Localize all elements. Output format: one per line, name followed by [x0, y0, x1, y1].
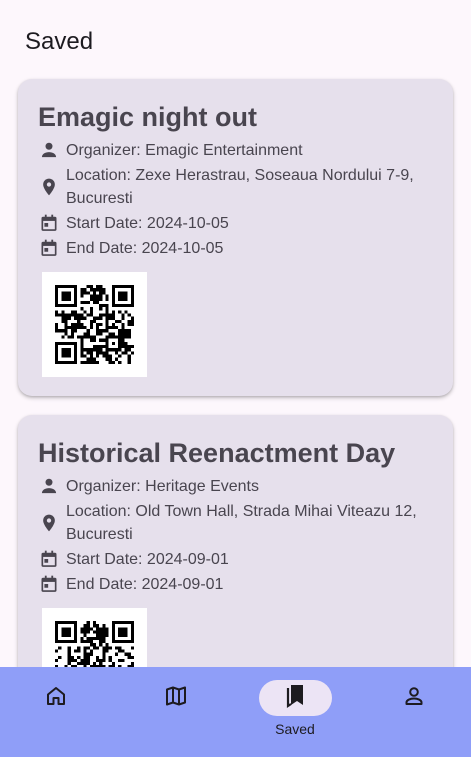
- nav-pill: [378, 680, 451, 716]
- nav-pill: [140, 680, 213, 716]
- end-date-row: End Date: 2024-10-05: [38, 237, 433, 260]
- start-date-row: Start Date: 2024-10-05: [38, 212, 433, 235]
- nav-item-saved[interactable]: Saved: [245, 667, 345, 757]
- event-end-date: End Date: 2024-09-01: [66, 576, 224, 593]
- event-end-date: End Date: 2024-10-05: [66, 240, 224, 257]
- qr-code-image: [55, 285, 134, 364]
- start-date-row: Start Date: 2024-09-01: [38, 548, 433, 571]
- end-date-row: End Date: 2024-09-01: [38, 573, 433, 596]
- location-pin-icon: [38, 176, 60, 198]
- page-title: Saved: [25, 28, 94, 55]
- event-location: Location: Zexe Herastrau, Soseaua Nordul…: [66, 167, 414, 207]
- event-title: Emagic night out: [38, 102, 257, 132]
- organizer-row: Organizer: Emagic Entertainment: [38, 139, 433, 162]
- bottom-navigation-bar: Saved: [0, 667, 471, 757]
- nav-label-saved: Saved: [275, 721, 315, 737]
- home-icon: [44, 684, 68, 713]
- location-row: Location: Zexe Herastrau, Soseaua Nordul…: [38, 164, 433, 210]
- event-start-date: Start Date: 2024-09-01: [66, 551, 229, 568]
- nav-item-profile[interactable]: [364, 667, 464, 757]
- bookmarks-icon: [283, 683, 307, 714]
- qr-code[interactable]: [42, 272, 147, 377]
- event-start-date: Start Date: 2024-10-05: [66, 215, 229, 232]
- nav-item-map[interactable]: [126, 667, 226, 757]
- map-icon: [164, 684, 188, 713]
- nav-item-home[interactable]: [6, 667, 106, 757]
- nav-pill: [20, 680, 93, 716]
- calendar-icon: [38, 237, 60, 259]
- calendar-icon: [38, 573, 60, 595]
- event-organizer: Organizer: Heritage Events: [66, 478, 259, 495]
- calendar-icon: [38, 212, 60, 234]
- location-row: Location: Old Town Hall, Strada Mihai Vi…: [38, 500, 433, 546]
- event-location: Location: Old Town Hall, Strada Mihai Vi…: [66, 503, 417, 543]
- location-pin-icon: [38, 512, 60, 534]
- event-card[interactable]: Emagic night out Organizer: Emagic Enter…: [18, 79, 453, 396]
- nav-pill-active: [258, 680, 332, 716]
- event-title: Historical Reenactment Day: [38, 438, 396, 468]
- person-icon: [38, 475, 60, 497]
- event-organizer: Organizer: Emagic Entertainment: [66, 142, 303, 159]
- organizer-row: Organizer: Heritage Events: [38, 475, 433, 498]
- calendar-icon: [38, 548, 60, 570]
- saved-events-list: Emagic night out Organizer: Emagic Enter…: [18, 79, 453, 751]
- person-icon: [38, 139, 60, 161]
- person-icon: [402, 684, 426, 713]
